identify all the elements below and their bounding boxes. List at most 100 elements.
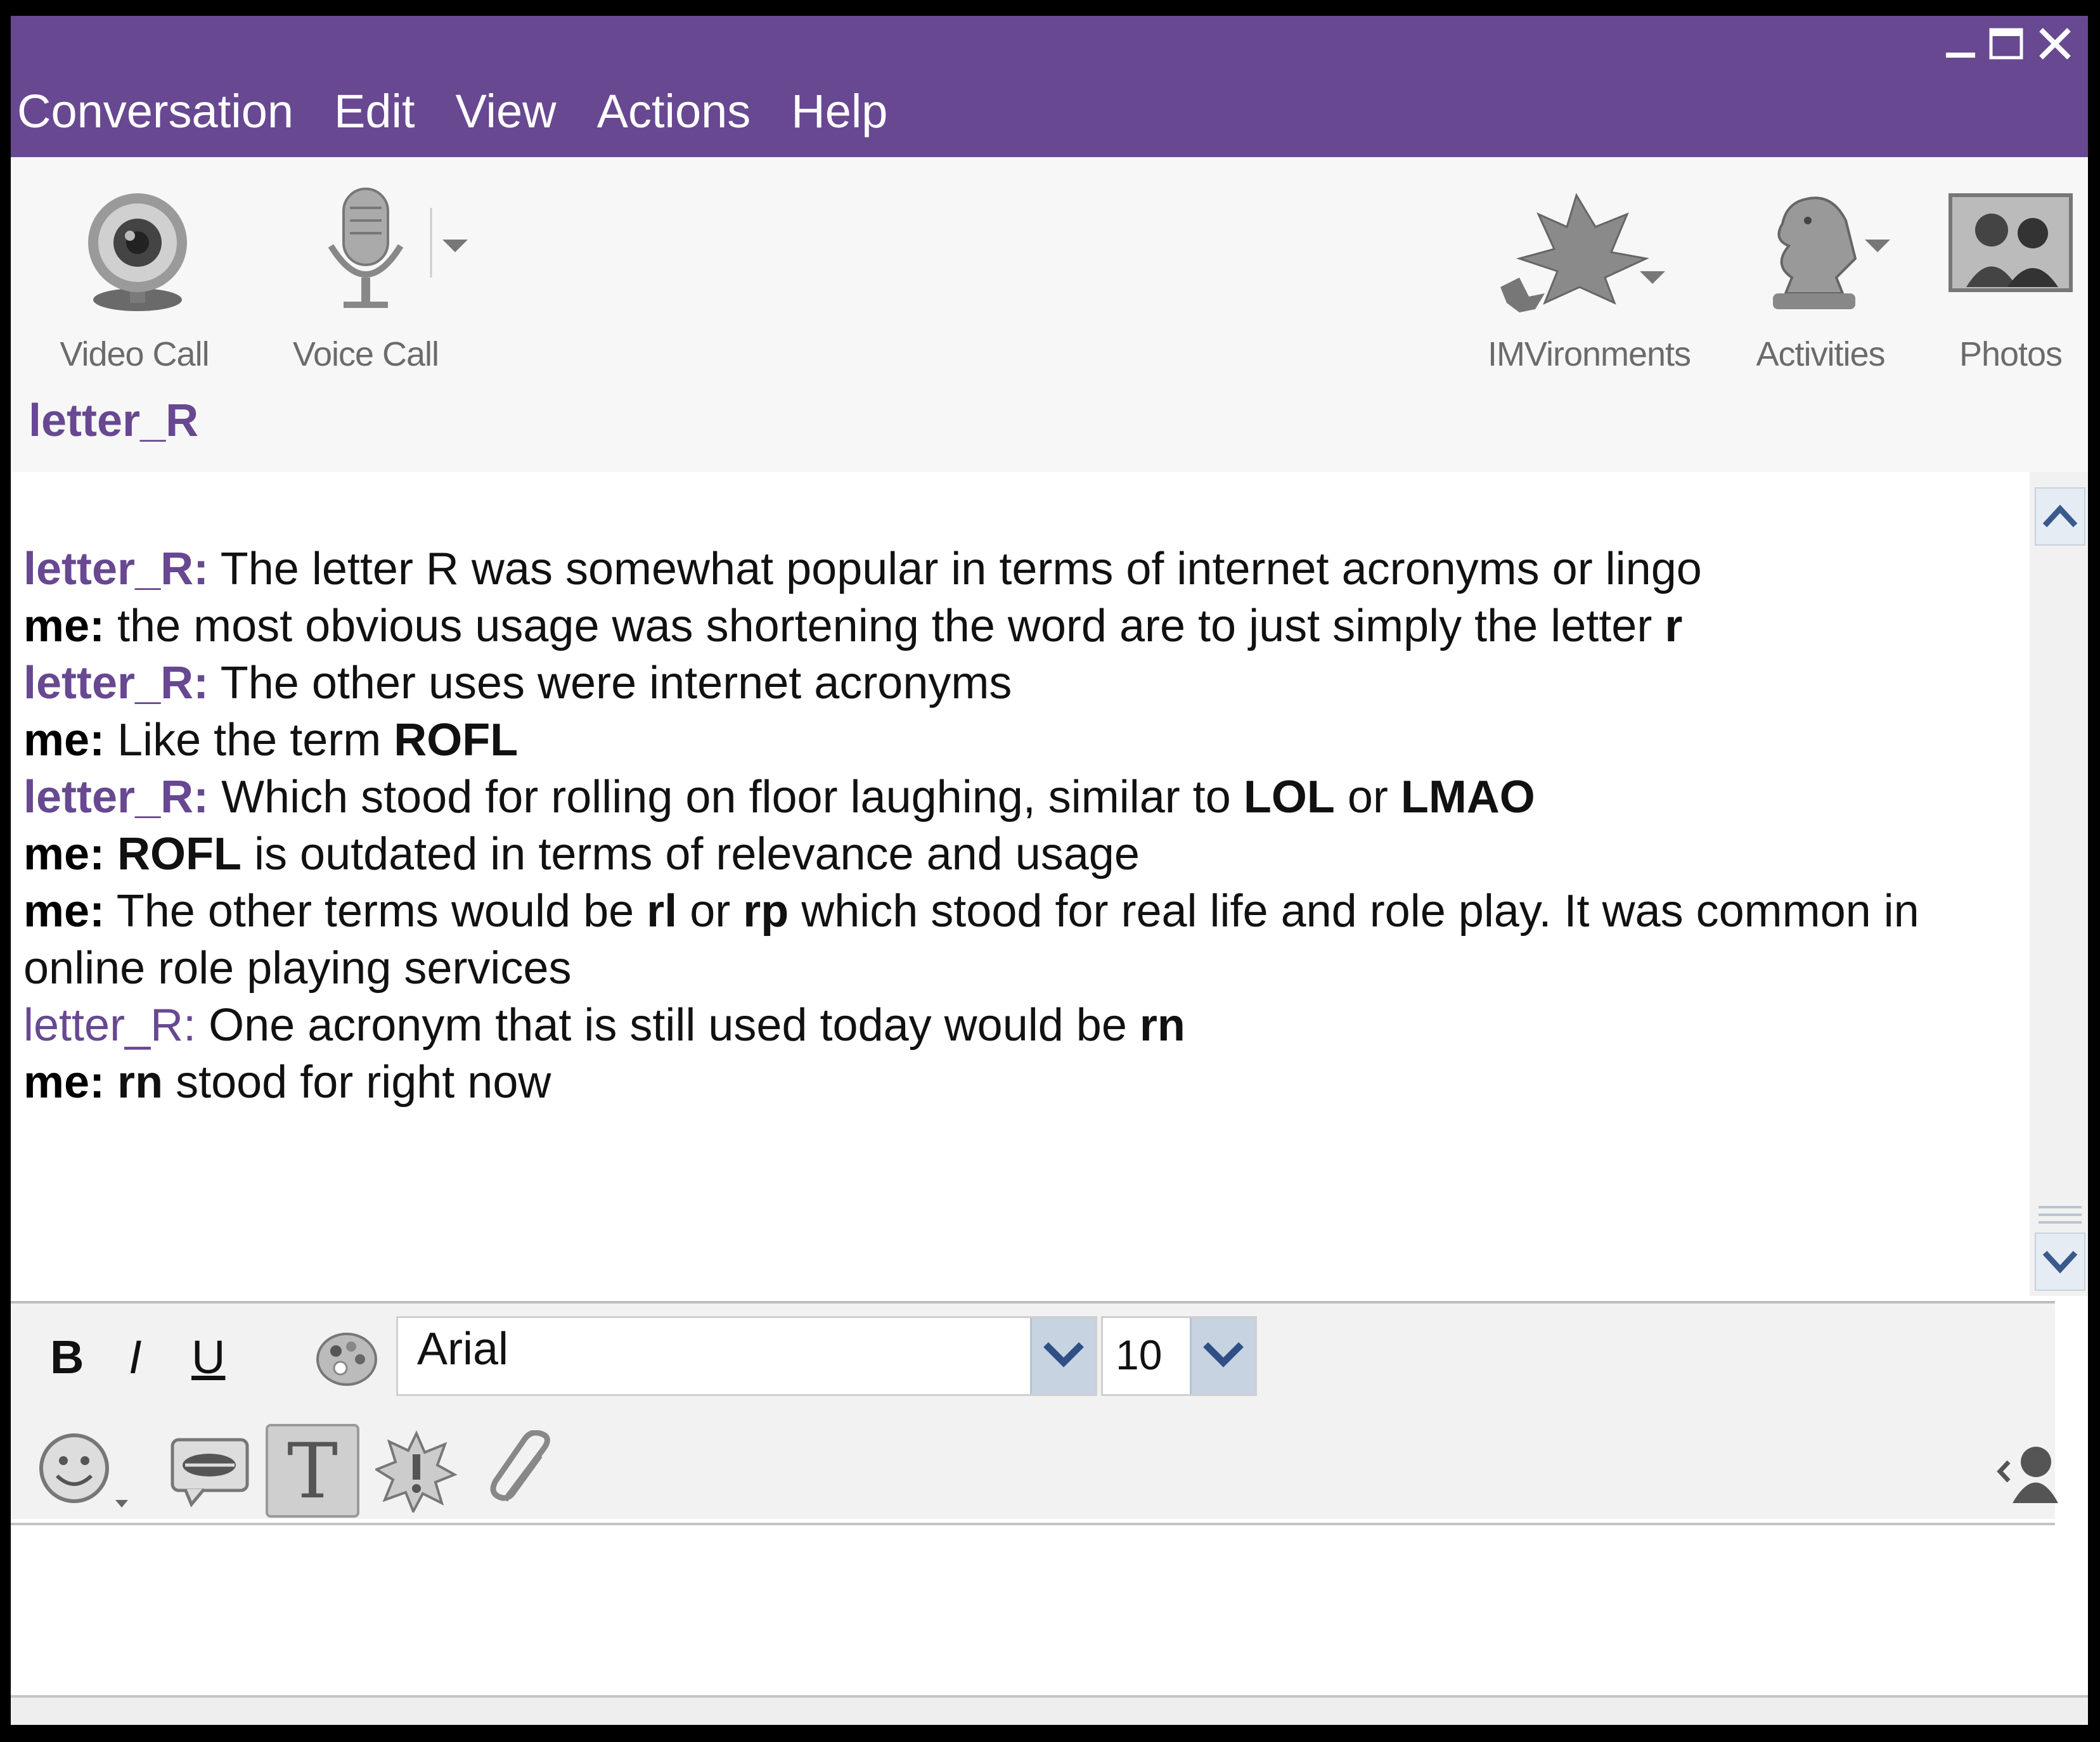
activities-button[interactable]: Activities xyxy=(1729,183,1912,385)
menu-conversation[interactable]: Conversation xyxy=(17,84,312,138)
font-size-value: 10 xyxy=(1116,1331,1163,1378)
contact-panel-toggle[interactable] xyxy=(1995,1437,2058,1506)
leaves-icon xyxy=(1500,193,1665,312)
microphone-icon xyxy=(328,188,468,308)
message-text: or xyxy=(1334,772,1401,823)
message: me: The other terms would be rl or rp wh… xyxy=(11,883,2014,997)
voice-call-button[interactable]: Voice Call xyxy=(267,183,468,385)
voice-clip-button[interactable] xyxy=(166,1433,255,1509)
message: letter_R: The other uses were internet a… xyxy=(11,655,2014,712)
input-divider xyxy=(11,1523,2055,1525)
close-icon[interactable] xyxy=(2036,25,2074,63)
chevron-down-icon xyxy=(1203,1342,1244,1367)
imvironments-label: IMVironments xyxy=(1487,335,1691,373)
bold-button[interactable]: B xyxy=(50,1330,84,1384)
message-text: or xyxy=(677,886,744,937)
format-bar: B I U Arial 10 T xyxy=(11,1301,2058,1519)
menu-edit[interactable]: Edit xyxy=(334,84,434,138)
maximize-icon[interactable] xyxy=(1987,25,2025,63)
scroll-up-button[interactable] xyxy=(2035,487,2085,546)
message-bold: ROFL xyxy=(105,829,242,880)
voice-call-label: Voice Call xyxy=(292,335,439,373)
paperclip-icon xyxy=(490,1430,550,1502)
message-text: Like the term xyxy=(105,715,394,765)
message: me: Like the term ROFL xyxy=(11,712,2014,769)
lips-icon xyxy=(171,1438,249,1508)
chevron-down-icon xyxy=(1043,1342,1084,1367)
photos-label: Photos xyxy=(1959,335,2063,373)
message-bold: rn xyxy=(1139,1000,1185,1051)
underline-button[interactable]: U xyxy=(191,1330,225,1384)
imvironments-button[interactable]: IMVironments xyxy=(1469,183,1710,385)
message-text: The other uses were internet acronyms xyxy=(209,658,1012,708)
title-bar: Conversation Edit View Actions Help xyxy=(11,16,2088,157)
message-bold: rl xyxy=(647,886,678,937)
font-select[interactable]: Arial xyxy=(396,1316,1097,1396)
menu-actions[interactable]: Actions xyxy=(597,84,770,138)
message: letter_R: The letter R was somewhat popu… xyxy=(11,541,2014,598)
message-text: Which stood for rolling on floor laughin… xyxy=(209,772,1244,823)
font-value: Arial xyxy=(417,1324,509,1374)
nudge-button[interactable] xyxy=(375,1430,458,1513)
message-text: stood for right now xyxy=(163,1057,551,1108)
message-sender: me: xyxy=(23,715,105,765)
message-text: the most obvious usage was shortening th… xyxy=(105,601,1665,651)
message-list: letter_R: The letter R was somewhat popu… xyxy=(11,541,2014,1111)
font-size-select[interactable]: 10 xyxy=(1101,1316,1257,1396)
emoticon-button[interactable] xyxy=(33,1430,134,1513)
message-bold: ROFL xyxy=(394,715,519,765)
message-sender: me: xyxy=(23,1057,105,1108)
burst-icon xyxy=(375,1430,458,1513)
italic-button[interactable]: I xyxy=(129,1330,142,1384)
smiley-icon xyxy=(39,1433,128,1508)
message-sender: me: xyxy=(23,601,105,651)
video-call-label: Video Call xyxy=(60,335,209,373)
menu-bar: Conversation Edit View Actions Help xyxy=(17,79,928,143)
conversation-scrollbar[interactable] xyxy=(2030,472,2088,1296)
message-bold: rn xyxy=(105,1057,164,1108)
webcam-icon xyxy=(88,193,187,311)
text-icon: T xyxy=(287,1428,338,1515)
activities-label: Activities xyxy=(1756,335,1885,373)
message-sender: letter_R: xyxy=(23,772,209,823)
message-sender: me: xyxy=(23,829,105,880)
svg-text:T: T xyxy=(287,1428,338,1515)
message: me: rn stood for right now xyxy=(11,1054,2014,1111)
message-sender: letter_R: xyxy=(23,544,209,594)
font-dropdown-button[interactable] xyxy=(1030,1318,1095,1394)
message: letter_R: Which stood for rolling on flo… xyxy=(11,769,2014,826)
message-sender: letter_R: xyxy=(23,1000,196,1051)
palette-icon[interactable] xyxy=(312,1323,382,1392)
contact-name: letter_R xyxy=(29,395,199,446)
message-text: is outdated in terms of relevance and us… xyxy=(242,829,1140,880)
attach-button[interactable] xyxy=(486,1430,556,1513)
contact-header xyxy=(11,383,2088,472)
minimize-icon[interactable] xyxy=(1941,25,1979,63)
message: me: the most obvious usage was shortenin… xyxy=(11,598,2014,655)
menu-help[interactable]: Help xyxy=(791,84,906,138)
chevron-down-icon xyxy=(2042,1250,2078,1274)
scroll-grip[interactable] xyxy=(2035,1201,2085,1230)
menu-view[interactable]: View xyxy=(456,84,576,138)
message-text: The other terms would be xyxy=(105,886,647,937)
message-bold: rp xyxy=(743,886,789,937)
font-size-dropdown-button[interactable] xyxy=(1190,1318,1255,1394)
chevron-up-icon xyxy=(2042,504,2078,528)
chat-window: Conversation Edit View Actions Help Vide… xyxy=(11,16,2088,1725)
message-bold: LMAO xyxy=(1400,772,1535,823)
photos-icon xyxy=(1949,193,2073,292)
photos-button[interactable]: Photos xyxy=(1938,183,2084,385)
chess-knight-icon xyxy=(1773,196,1890,309)
message-bold: r xyxy=(1665,601,1683,651)
toolbar: Video Call Voice Call IMVironments Activ… xyxy=(11,157,2088,392)
message-sender: letter_R: xyxy=(23,658,209,708)
text-format-button[interactable]: T xyxy=(266,1424,359,1518)
message: me: ROFL is outdated in terms of relevan… xyxy=(11,826,2014,883)
status-bar xyxy=(11,1695,2088,1725)
conversation-pane: letter_R: The letter R was somewhat popu… xyxy=(11,472,2020,1296)
message: letter_R: One acronym that is still used… xyxy=(11,997,2014,1054)
message-input[interactable] xyxy=(17,1527,2055,1698)
person-icon xyxy=(1997,1447,2058,1503)
video-call-button[interactable]: Video Call xyxy=(36,183,233,385)
scroll-down-button[interactable] xyxy=(2035,1233,2085,1291)
